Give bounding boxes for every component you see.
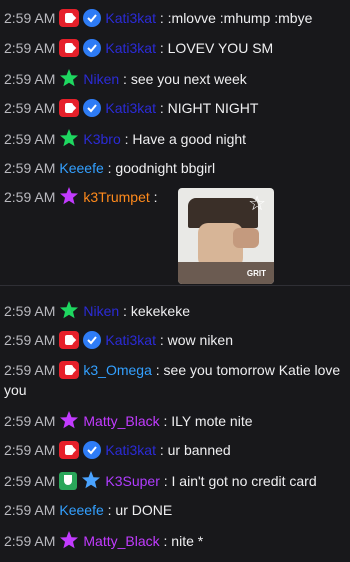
username[interactable]: Matty_Black [83, 413, 159, 429]
green-star-icon [59, 68, 79, 93]
green-star-icon [59, 128, 79, 153]
purple-star-icon [59, 410, 79, 435]
timestamp: 2:59 AM [4, 442, 56, 458]
chat-message: 2:59 AM k3Trumpet : [4, 186, 346, 211]
username[interactable]: K3bro [83, 131, 120, 147]
purple-star-icon [59, 186, 79, 211]
username[interactable]: Matty_Black [83, 533, 159, 549]
youtube-icon [59, 39, 80, 57]
username[interactable]: Niken [83, 303, 119, 319]
message-text: goodnight bbgirl [115, 160, 216, 176]
youtube-icon [59, 9, 80, 27]
timestamp: 2:59 AM [4, 533, 56, 549]
username[interactable]: Kati3kat [105, 40, 156, 56]
message-separator: : [159, 533, 172, 549]
message-separator: : [155, 40, 168, 56]
username[interactable]: Kati3kat [105, 100, 156, 116]
chat-message: 2:59 AM Keeefe : ur DONE [4, 500, 346, 520]
username[interactable]: Keeefe [59, 502, 103, 518]
chat-message: 2:59 AM K3bro : Have a good night [4, 128, 346, 153]
message-separator: : [103, 160, 116, 176]
message-text: LOVEV YOU SM [167, 40, 274, 56]
blue-star-icon [81, 470, 101, 495]
message-text: see you next week [130, 71, 247, 87]
username[interactable]: k3_Omega [83, 362, 151, 378]
message-separator: : [103, 502, 116, 518]
shield-icon [59, 472, 78, 490]
message-separator: : [159, 473, 172, 489]
username[interactable]: Keeefe [59, 160, 103, 176]
message-text: :mlovve :mhump :mbye [167, 10, 313, 26]
message-separator: : [159, 413, 172, 429]
message-text: NIGHT NIGHT [167, 100, 259, 116]
timestamp: 2:59 AM [4, 303, 56, 319]
message-separator: : [155, 100, 168, 116]
chat-message: 2:59 AM Kati3kat : wow niken [4, 330, 346, 354]
chat-message: 2:59 AM Matty_Black : nite * [4, 530, 346, 555]
message-text: ILY mote nite [171, 413, 253, 429]
purple-star-icon [59, 530, 79, 555]
username[interactable]: Kati3kat [105, 10, 156, 26]
username[interactable]: K3Super [105, 473, 159, 489]
timestamp: 2:59 AM [4, 189, 56, 205]
timestamp: 2:59 AM [4, 502, 56, 518]
emote-watermark: GRIT [246, 269, 266, 278]
chat-message: 2:59 AM K3Super : I ain't got no credit c… [4, 470, 346, 495]
message-text: ur banned [167, 442, 231, 458]
message-separator: : [155, 10, 168, 26]
timestamp: 2:59 AM [4, 10, 56, 26]
chat-message: 2:59 AM Keeefe : goodnight bbgirl [4, 158, 346, 178]
chat-message: 2:59 AM Kati3kat : :mlovve :mhump :mbye [4, 8, 346, 32]
timestamp: 2:59 AM [4, 131, 56, 147]
timestamp: 2:59 AM [4, 160, 56, 176]
emote-favorite-icon[interactable]: ☆ [248, 194, 266, 214]
chat-message: 2:59 AM Niken : see you next week [4, 68, 346, 93]
message-text: wow niken [167, 332, 234, 348]
youtube-icon [59, 99, 80, 117]
message-separator: : [120, 131, 133, 147]
chat-message: 2:59 AM k3_Omega : see you tomorrow Katie… [4, 360, 346, 400]
message-text: kekekeke [130, 303, 190, 319]
verified-icon [83, 331, 102, 354]
verified-icon [83, 99, 102, 122]
chat-panel: 2:59 AM Kati3kat : :mlovve :mhump :mbye 2:… [0, 0, 350, 562]
timestamp: 2:59 AM [4, 362, 56, 378]
username[interactable]: Kati3kat [105, 332, 156, 348]
message-separator: : [119, 71, 131, 87]
username[interactable]: k3Trumpet [83, 189, 149, 205]
message-text: Have a good night [132, 131, 247, 147]
message-separator: : [151, 362, 164, 378]
emote-image[interactable]: ☆ GRIT [178, 188, 274, 284]
timestamp: 2:59 AM [4, 473, 56, 489]
verified-icon [83, 441, 102, 464]
divider [0, 285, 350, 286]
message-text: nite * [171, 533, 204, 549]
timestamp: 2:59 AM [4, 40, 56, 56]
message-separator: : [155, 332, 168, 348]
emote-hand [233, 228, 259, 248]
chat-message: 2:59 AM Kati3kat : ur banned [4, 440, 346, 464]
timestamp: 2:59 AM [4, 71, 56, 87]
timestamp: 2:59 AM [4, 100, 56, 116]
chat-message: 2:59 AM Kati3kat : NIGHT NIGHT [4, 98, 346, 122]
message-separator: : [155, 442, 168, 458]
username[interactable]: Niken [83, 71, 119, 87]
timestamp: 2:59 AM [4, 332, 56, 348]
message-separator: : [149, 189, 158, 205]
chat-message: 2:59 AM Niken : kekekeke [4, 300, 346, 325]
timestamp: 2:59 AM [4, 413, 56, 429]
verified-icon [83, 9, 102, 32]
youtube-icon [59, 361, 80, 379]
chat-message: 2:59 AM Matty_Black : ILY mote nite [4, 410, 346, 435]
green-star-icon [59, 300, 79, 325]
username[interactable]: Kati3kat [105, 442, 156, 458]
youtube-icon [59, 441, 80, 459]
message-text: I ain't got no credit card [171, 473, 317, 489]
youtube-icon [59, 331, 80, 349]
message-separator: : [119, 303, 131, 319]
message-text: ur DONE [115, 502, 173, 518]
chat-message: 2:59 AM Kati3kat : LOVEV YOU SM [4, 38, 346, 62]
verified-icon [83, 39, 102, 62]
